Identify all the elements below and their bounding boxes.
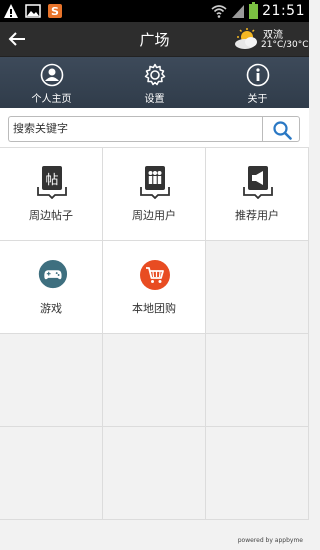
grid-empty-cell bbox=[103, 427, 206, 520]
grid-label: 推荐用户 bbox=[235, 209, 279, 222]
grid-label: 周边用户 bbox=[132, 209, 176, 222]
nav-label-settings: 设置 bbox=[144, 94, 165, 105]
nav-item-about[interactable]: 关于 bbox=[206, 57, 309, 109]
grid-empty-cell bbox=[206, 427, 309, 520]
grid-empty-cell bbox=[0, 427, 103, 520]
recommend-users-icon bbox=[243, 166, 273, 199]
grid-item-nearby-users[interactable]: 周边用户 bbox=[103, 148, 206, 241]
status-bar: S 21:51 bbox=[0, 0, 309, 22]
grid-label: 本地团购 bbox=[132, 302, 176, 315]
weather-temperature: 21°C/30°C bbox=[261, 40, 309, 50]
nav-label-profile: 个人主页 bbox=[31, 94, 72, 105]
shopping-cart-icon bbox=[140, 260, 170, 290]
user-icon bbox=[40, 63, 64, 87]
weather-widget[interactable]: 双流 21°C/30°C bbox=[233, 24, 309, 54]
signal-icon bbox=[232, 4, 245, 18]
wifi-icon bbox=[211, 4, 227, 18]
search-icon bbox=[273, 121, 292, 140]
gallery-icon bbox=[25, 4, 41, 18]
battery-icon bbox=[249, 2, 259, 19]
info-icon bbox=[246, 63, 270, 87]
svg-text:S: S bbox=[51, 5, 59, 18]
clock: 21:51 bbox=[262, 2, 305, 19]
search-button[interactable] bbox=[262, 116, 300, 142]
grid-item-nearby-posts[interactable]: 帖 周边帖子 bbox=[0, 148, 103, 241]
grid-empty-cell bbox=[206, 334, 309, 427]
weather-city: 双流 bbox=[263, 30, 283, 41]
app-s-icon: S bbox=[48, 4, 62, 18]
nearby-users-icon bbox=[140, 166, 170, 199]
grid-empty-cell bbox=[103, 334, 206, 427]
grid-empty-cell bbox=[206, 241, 309, 334]
search-bar: 搜索关键字 bbox=[0, 108, 309, 148]
nav-label-about: 关于 bbox=[247, 94, 268, 105]
nav-item-profile[interactable]: 个人主页 bbox=[0, 57, 103, 109]
feature-grid: 帖 周边帖子 周边用户 推荐用户 游戏 本地团购 bbox=[0, 148, 309, 520]
grid-item-games[interactable]: 游戏 bbox=[0, 241, 103, 334]
app-header: 广场 双流 21°C/30°C bbox=[0, 22, 309, 56]
gamepad-icon bbox=[38, 259, 68, 289]
warning-icon bbox=[4, 4, 18, 18]
svg-text:帖: 帖 bbox=[45, 173, 58, 188]
search-input[interactable]: 搜索关键字 bbox=[8, 116, 263, 142]
grid-item-recommended-users[interactable]: 推荐用户 bbox=[206, 148, 309, 241]
grid-item-local-group-buy[interactable]: 本地团购 bbox=[103, 241, 206, 334]
nav-strip: 个人主页 设置 关于 bbox=[0, 56, 309, 108]
posts-icon: 帖 bbox=[37, 166, 67, 199]
gear-icon bbox=[144, 63, 166, 86]
partly-cloudy-icon bbox=[235, 28, 257, 49]
grid-empty-cell bbox=[0, 334, 103, 427]
nav-item-settings[interactable]: 设置 bbox=[103, 57, 206, 109]
powered-by-footer: powered by appbyme bbox=[237, 537, 303, 544]
grid-label: 游戏 bbox=[40, 302, 62, 315]
grid-label: 周边帖子 bbox=[29, 209, 73, 222]
